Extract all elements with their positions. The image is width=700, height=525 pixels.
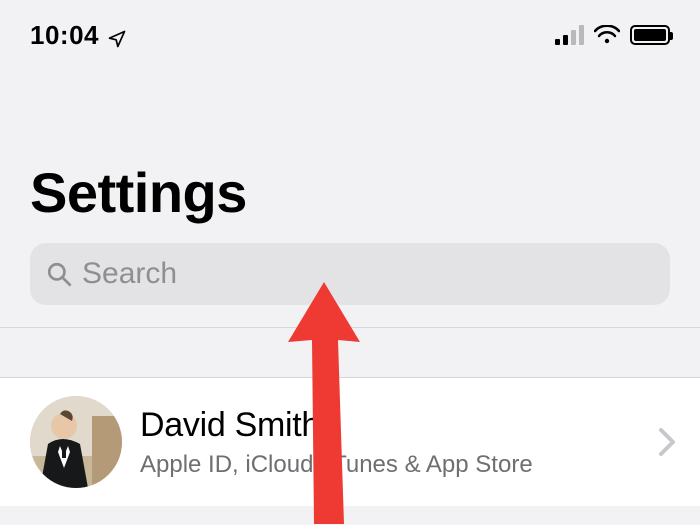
account-subtitle: Apple ID, iCloud, iTunes & App Store	[140, 451, 640, 479]
wifi-icon	[594, 25, 620, 45]
status-time: 10:04	[30, 20, 99, 51]
search-input[interactable]	[82, 257, 654, 291]
account-name: David Smith	[140, 406, 640, 445]
status-right	[555, 25, 670, 45]
search-field[interactable]	[30, 243, 670, 305]
page-title: Settings	[0, 52, 700, 243]
section-divider	[0, 327, 700, 377]
battery-icon	[630, 25, 670, 45]
account-row[interactable]: David Smith Apple ID, iCloud, iTunes & A…	[0, 377, 700, 506]
chevron-right-icon	[658, 427, 676, 457]
status-bar: 10:04	[0, 0, 700, 52]
search-container	[0, 243, 700, 327]
status-left: 10:04	[30, 20, 127, 51]
account-text: David Smith Apple ID, iCloud, iTunes & A…	[140, 406, 640, 479]
avatar	[30, 396, 122, 488]
location-arrow-icon	[107, 25, 127, 45]
cellular-signal-icon	[555, 25, 584, 45]
search-icon	[46, 261, 72, 287]
